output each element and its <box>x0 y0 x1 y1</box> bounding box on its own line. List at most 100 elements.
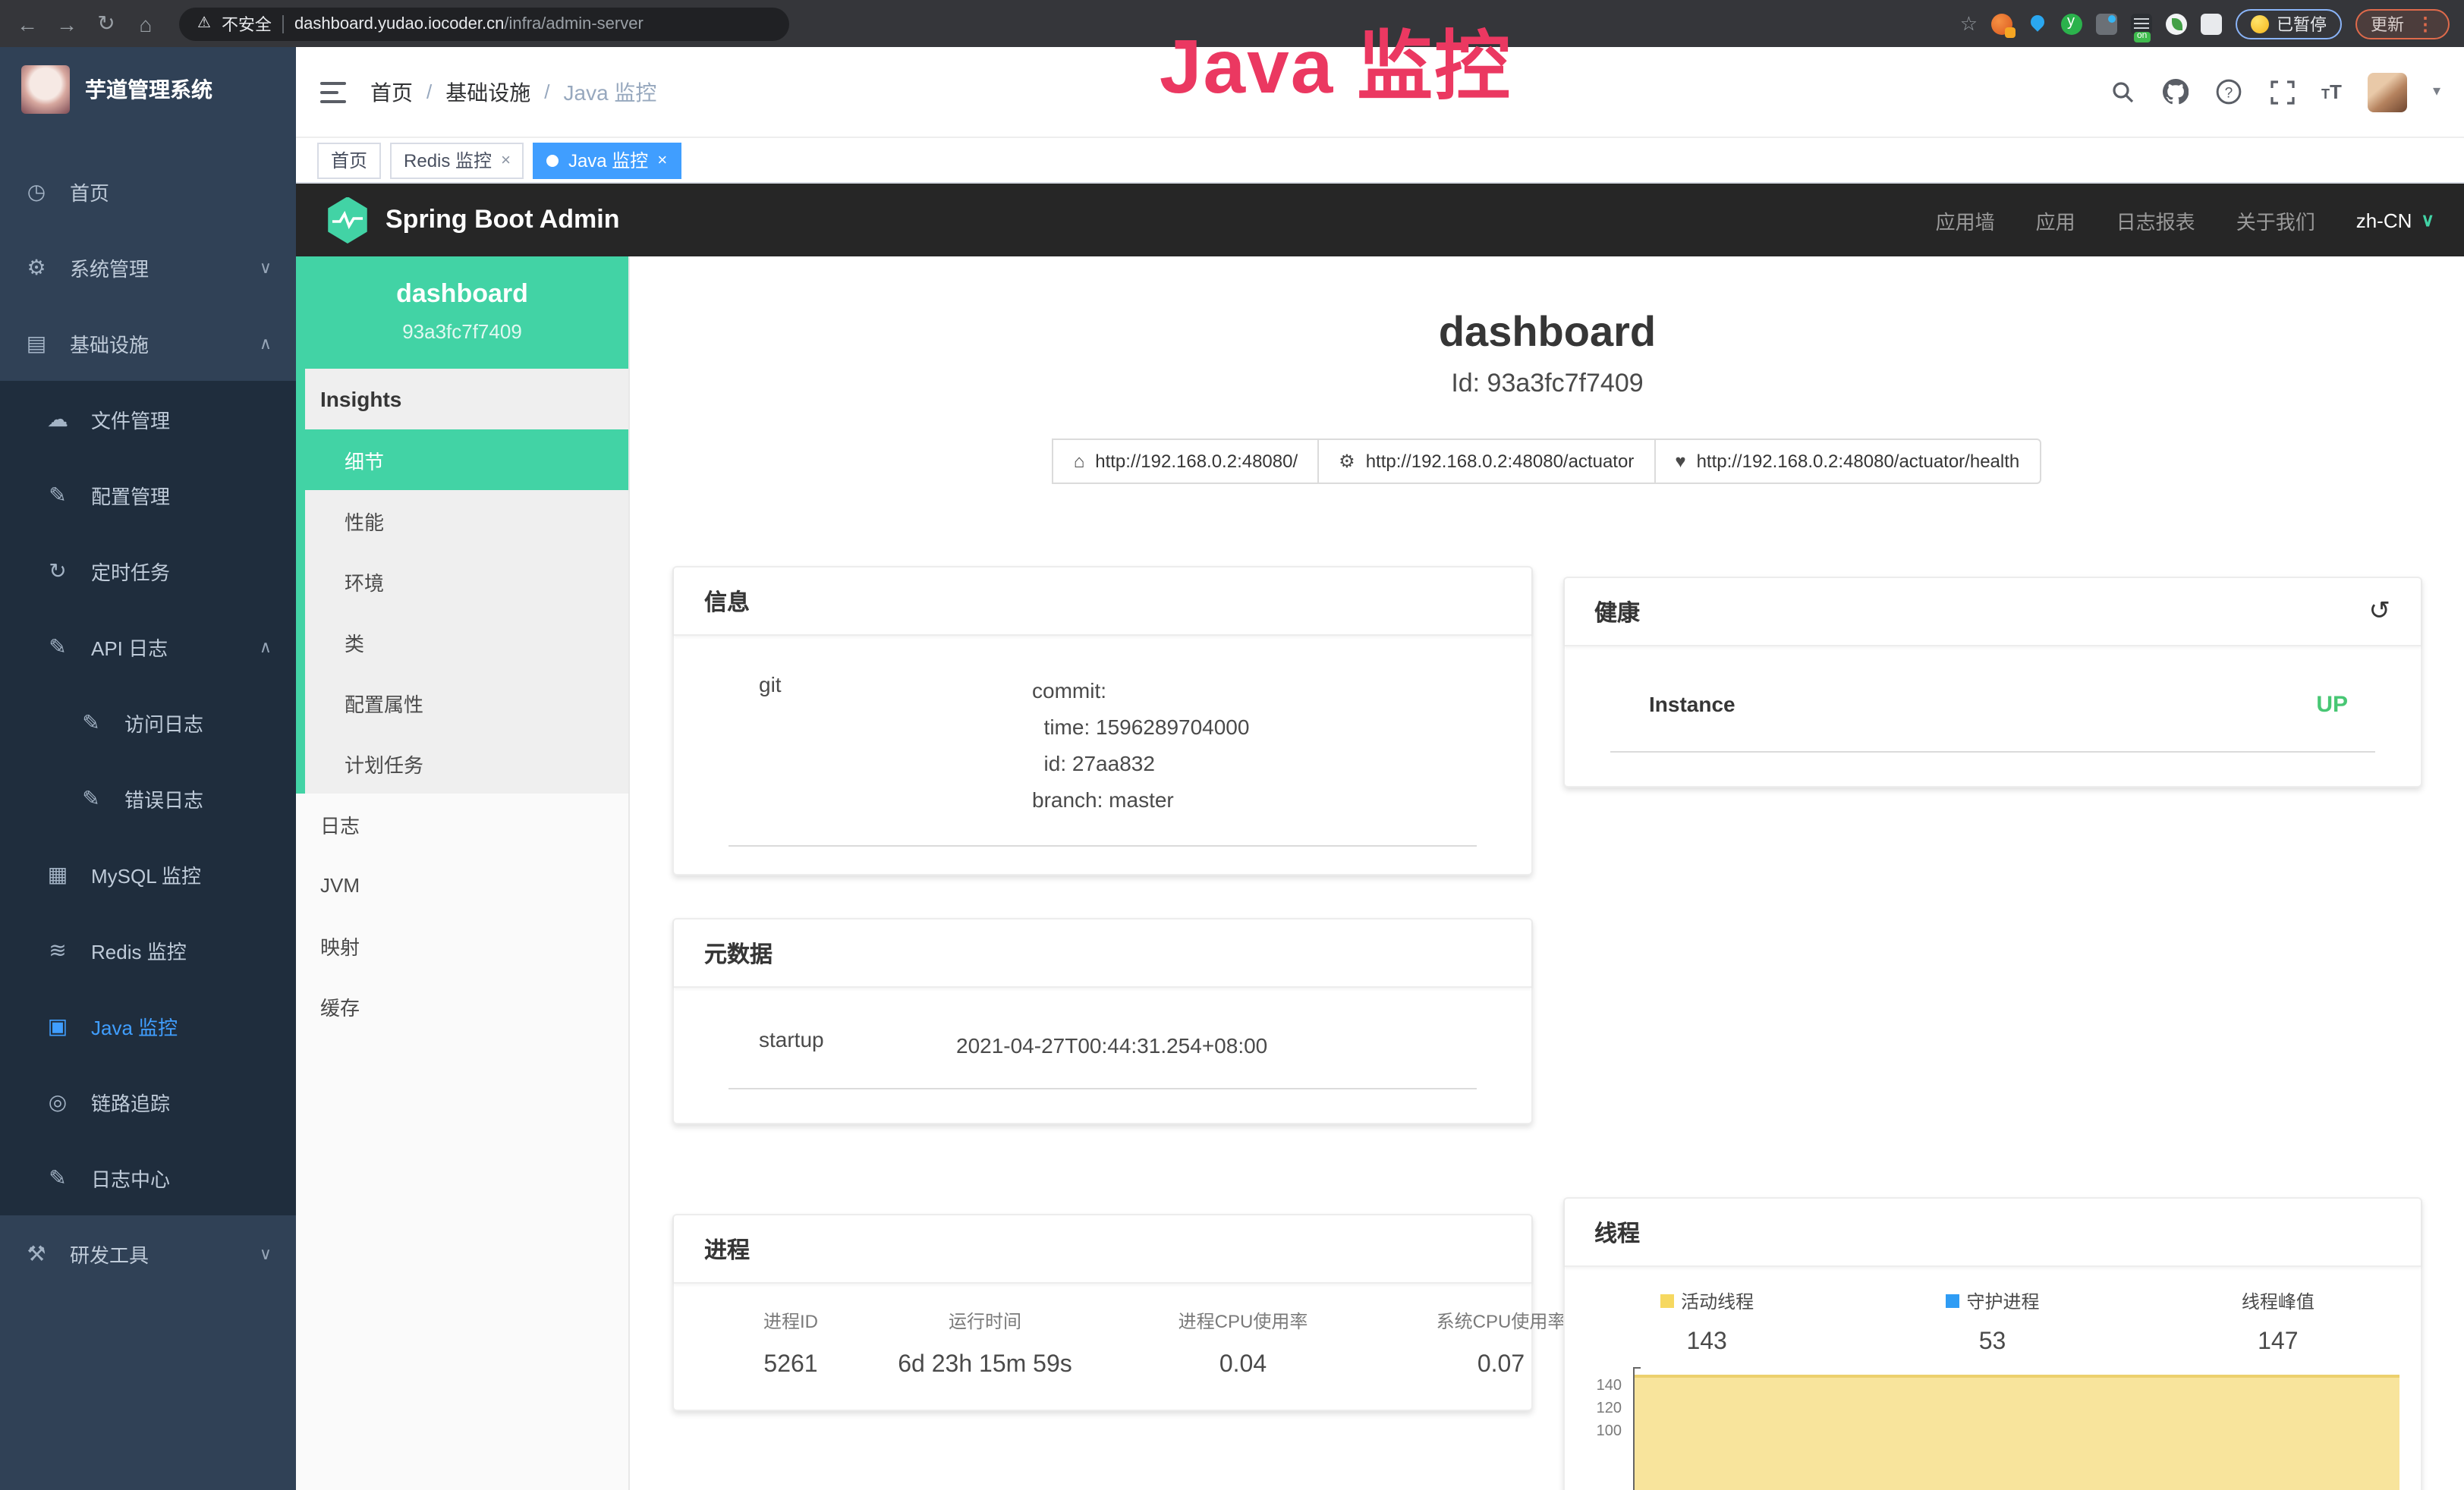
user-avatar[interactable] <box>2368 72 2407 112</box>
extensions-puzzle-icon[interactable] <box>2201 13 2222 34</box>
sidebar-subitem[interactable]: ▦ MySQL 监控 <box>0 836 296 912</box>
breadcrumb-item[interactable]: 基础设施 <box>445 77 530 107</box>
instance-id: 93a3fc7f7409 <box>296 320 628 343</box>
sidebar-item[interactable]: ⚒ 研发工具 ∨ <box>0 1215 296 1291</box>
sba-sidebar-item[interactable]: 配置属性 <box>305 672 628 733</box>
sidebar-item[interactable]: ▤ 基础设施 ∧ <box>0 305 296 381</box>
tab[interactable]: 首页 × <box>317 142 381 178</box>
sba-sidebar-item[interactable]: 细节 <box>305 429 628 490</box>
breadcrumb-item[interactable]: Java 监控 <box>564 77 657 107</box>
extension-pin-icon[interactable] <box>2026 13 2047 34</box>
reload-icon[interactable]: ↻ <box>94 11 118 36</box>
scheduled-task-icon: ↻ <box>46 558 70 583</box>
process-value: 0.04 <box>1114 1352 1372 1379</box>
url-label: http://192.168.0.2:48080/ <box>1095 451 1298 472</box>
sidebar-subitem[interactable]: ↻ 定时任务 <box>0 533 296 608</box>
sba-nav-item[interactable]: 应用墙 <box>1936 206 1995 234</box>
instance-url-buttons: ⌂ http://192.168.0.2:48080/ ⚙ http://192… <box>630 439 2464 484</box>
threads-legend: 活动线程 守护进程 <box>1564 1288 2421 1314</box>
sidebar-item-label: 链路追踪 <box>91 1087 250 1116</box>
extension-switch-icon[interactable] <box>2131 13 2152 34</box>
sidebar-item[interactable]: ⚙ 系统管理 ∨ <box>0 229 296 305</box>
sba-nav-item[interactable]: 关于我们 <box>2236 206 2315 234</box>
sba-sidebar-item[interactable]: 缓存 <box>296 976 628 1036</box>
url-button[interactable]: ⌂ http://192.168.0.2:48080/ <box>1053 439 1319 484</box>
sidebar-subitem[interactable]: ✎ 访问日志 <box>0 684 296 760</box>
sba-sidebar-item[interactable]: JVM <box>296 854 628 915</box>
paused-badge[interactable]: 已暂停 <box>2236 8 2342 39</box>
svg-text:?: ? <box>2225 85 2233 101</box>
insights-label: Insights <box>305 369 628 429</box>
sba-sidebar-item[interactable]: 类 <box>305 611 628 672</box>
sidebar-subitem[interactable]: ✎ 日志中心 <box>0 1140 296 1215</box>
sba-nav-item[interactable]: 应用 <box>2036 206 2075 234</box>
sba-nav-item[interactable]: 日志报表 <box>2116 206 2195 234</box>
legend-swatch-icon <box>1660 1294 1673 1308</box>
paused-label: 已暂停 <box>2277 11 2327 36</box>
sidebar-subitem[interactable]: ✎ API 日志 ∧ <box>0 608 296 684</box>
home-icon[interactable]: ⌂ <box>134 11 158 36</box>
github-icon[interactable] <box>2162 78 2189 105</box>
chevron-icon: ∧ <box>260 333 272 353</box>
url-button[interactable]: ♥ http://192.168.0.2:48080/actuator/heal… <box>1654 439 2041 484</box>
sidebar-subitem[interactable]: ✎ 错误日志 <box>0 760 296 836</box>
threads-chart: 140 120 100 <box>1579 1375 2403 1490</box>
url-button[interactable]: ⚙ http://192.168.0.2:48080/actuator <box>1317 439 1655 484</box>
extension-leaf-icon[interactable] <box>2166 13 2187 34</box>
process-value: 5261 <box>725 1352 856 1379</box>
browser-menu-icon[interactable]: ⋮ <box>2416 13 2434 34</box>
app-logo-row[interactable]: 芋道管理系统 <box>0 47 296 132</box>
forward-icon[interactable]: → <box>55 11 79 36</box>
redis-monitor-icon: ≋ <box>46 937 70 963</box>
sba-language-select[interactable]: zh-CN ∨ <box>2356 209 2434 231</box>
instance-header[interactable]: dashboard 93a3fc7f7409 <box>296 256 628 369</box>
sba-sidebar-item[interactable]: 环境 <box>305 551 628 611</box>
legend-item: 线程峰值 <box>2135 1288 2421 1314</box>
wrench-icon: ⚙ <box>1339 451 1355 472</box>
tab-close-icon[interactable]: × <box>501 151 511 169</box>
sba-sidebar-item-label: 计划任务 <box>345 749 423 778</box>
legend-label: 守护进程 <box>1966 1288 2039 1314</box>
sidebar-item[interactable]: ◷ 首页 <box>0 153 296 229</box>
sba-sidebar-item[interactable]: 映射 <box>296 915 628 976</box>
extension-green-y-icon[interactable] <box>2061 13 2082 34</box>
sidebar-subitem[interactable]: ≋ Redis 监控 <box>0 912 296 988</box>
hamburger-icon[interactable] <box>320 81 346 102</box>
extension-grid-icon[interactable] <box>2096 13 2117 34</box>
search-icon[interactable] <box>2109 78 2136 105</box>
sba-sidebar-item[interactable]: 日志 <box>296 794 628 854</box>
back-icon[interactable]: ← <box>15 11 39 36</box>
address-bar[interactable]: ⚠ 不安全 dashboard.yudao.iocoder.cn/infra/a… <box>179 7 789 40</box>
tab[interactable]: Redis 监控 × <box>390 142 524 178</box>
sidebar-item-label: 定时任务 <box>91 556 250 585</box>
bookmark-star-icon[interactable]: ☆ <box>1960 11 1978 36</box>
sba-header: Spring Boot Admin 应用墙 应用 日志报表 关于我们 <box>296 184 2464 256</box>
help-icon[interactable]: ? <box>2215 78 2242 105</box>
sba-nav: 应用墙 应用 日志报表 关于我们 zh-CN ∨ <box>1936 206 2434 234</box>
security-warning-icon: ⚠ <box>197 15 211 32</box>
fullscreen-icon[interactable] <box>2268 78 2296 105</box>
sba-sidebar-item[interactable]: 性能 <box>305 490 628 551</box>
sidebar-item-label: 首页 <box>70 177 250 206</box>
sba-sidebar-item[interactable]: 计划任务 <box>305 733 628 794</box>
extension-orange-icon[interactable] <box>1991 13 2012 34</box>
sidebar-subitem[interactable]: ✎ 配置管理 <box>0 457 296 533</box>
legend-label: 线程峰值 <box>2242 1288 2315 1314</box>
sidebar-item-label: 错误日志 <box>124 784 250 813</box>
process-table-header: 进程ID运行时间进程CPU使用率系统CPU使用率CPU核心数 <box>674 1308 1531 1334</box>
update-button[interactable]: 更新 ⋮ <box>2355 8 2450 39</box>
access-log-icon: ✎ <box>79 709 103 735</box>
sidebar-subitem[interactable]: ◎ 链路追踪 <box>0 1064 296 1140</box>
history-icon[interactable]: ↺ <box>2369 596 2391 627</box>
tab[interactable]: Java 监控 × <box>533 142 681 178</box>
legend-label: 活动线程 <box>1681 1288 1754 1314</box>
tab-close-icon[interactable]: × <box>657 151 667 169</box>
breadcrumb-item[interactable]: 首页 <box>370 77 413 107</box>
sidebar-subitem[interactable]: ☁ 文件管理 <box>0 381 296 457</box>
health-instance-label: Instance <box>1610 692 2316 716</box>
sidebar-item-label: 配置管理 <box>91 480 250 509</box>
sidebar-subitem[interactable]: ▣ Java 监控 <box>0 988 296 1064</box>
text-size-icon[interactable]: TT <box>2321 80 2342 103</box>
avatar-caret-icon[interactable]: ▾ <box>2433 83 2440 100</box>
chevron-down-icon: ∨ <box>2421 209 2434 231</box>
